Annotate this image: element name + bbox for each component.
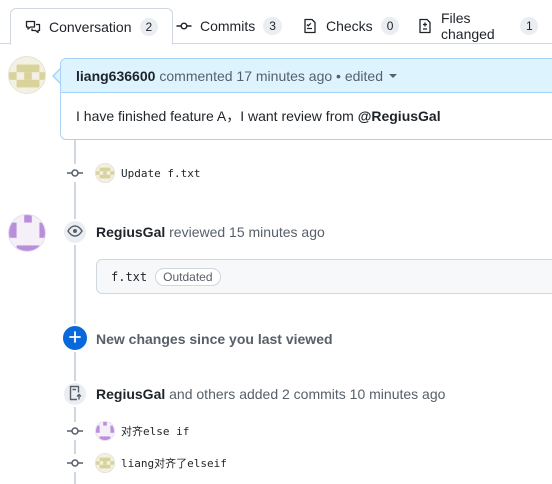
tab-counter: 3	[263, 17, 282, 35]
avatar-liang[interactable]	[95, 453, 115, 473]
review-badge	[62, 219, 88, 245]
avatar-regiusgal[interactable]	[95, 421, 115, 441]
commits-event: RegiusGal and others added 2 commits 10 …	[96, 386, 445, 402]
new-changes-badge	[61, 324, 89, 352]
git-commit-icon	[176, 18, 192, 34]
review-file-name[interactable]: f.txt	[111, 270, 147, 284]
avatar-liang[interactable]	[95, 163, 115, 183]
plus-icon	[68, 330, 82, 347]
review-author[interactable]: RegiusGal	[96, 224, 165, 240]
commit-message[interactable]: liang对齐了elseif	[121, 455, 227, 471]
review-meta[interactable]: reviewed 15 minutes ago	[169, 224, 325, 240]
tab-label: Conversation	[49, 18, 132, 35]
tab-counter: 0	[380, 17, 400, 35]
git-commit-icon	[66, 454, 84, 472]
avatar-liang[interactable]	[8, 56, 46, 94]
commit-row: Update f.txt	[66, 163, 200, 183]
tab-label: Commits	[200, 18, 256, 34]
new-changes-text: New changes since you last viewed	[96, 331, 333, 347]
commits-event-badge	[62, 381, 88, 407]
tab-label: Files changed	[441, 10, 495, 42]
outdated-label: Outdated	[155, 267, 221, 286]
comment-text: I have finished feature A，I want review …	[76, 108, 358, 124]
eye-icon	[67, 223, 83, 242]
commits-event-author[interactable]: RegiusGal	[96, 386, 165, 402]
comment-body: I have finished feature A，I want review …	[61, 93, 552, 139]
repo-push-icon	[67, 385, 83, 404]
tab-commits[interactable]: Commits 3	[162, 8, 296, 44]
comment-box: liang636600 commented 17 minutes ago • e…	[60, 58, 552, 140]
tab-counter: 1	[520, 17, 538, 35]
avatar-regiusgal[interactable]	[8, 214, 46, 252]
git-commit-icon	[66, 422, 84, 440]
review-file-box: f.txt Outdated	[96, 259, 552, 294]
commit-message[interactable]: Update f.txt	[121, 167, 200, 180]
comment-header: liang636600 commented 17 minutes ago • e…	[61, 59, 552, 93]
tab-label: Checks	[326, 18, 373, 34]
tab-counter: 2	[139, 17, 159, 36]
tab-checks[interactable]: Checks 0	[288, 8, 413, 44]
commit-row: liang对齐了elseif	[66, 453, 227, 473]
git-commit-icon	[66, 164, 84, 182]
comment-discussion-icon	[25, 19, 41, 35]
checklist-icon	[302, 18, 318, 34]
tab-files-changed[interactable]: Files changed 1	[403, 8, 552, 44]
file-diff-icon	[417, 18, 433, 34]
caret-down-icon[interactable]	[388, 73, 397, 78]
tab-conversation[interactable]: Conversation 2	[10, 8, 174, 45]
comment-meta[interactable]: commented 17 minutes ago • edited	[159, 68, 383, 84]
review-event: RegiusGal reviewed 15 minutes ago	[96, 224, 325, 240]
comment-author[interactable]: liang636600	[76, 68, 155, 84]
commit-message[interactable]: 对齐else if	[121, 423, 189, 439]
commits-event-meta[interactable]: and others added 2 commits 10 minutes ag…	[169, 386, 445, 402]
commit-row: 对齐else if	[66, 421, 189, 441]
mention-link[interactable]: @RegiusGal	[358, 108, 441, 124]
pr-tab-bar: Conversation 2 Commits 3 Checks 0 Files …	[0, 0, 552, 45]
